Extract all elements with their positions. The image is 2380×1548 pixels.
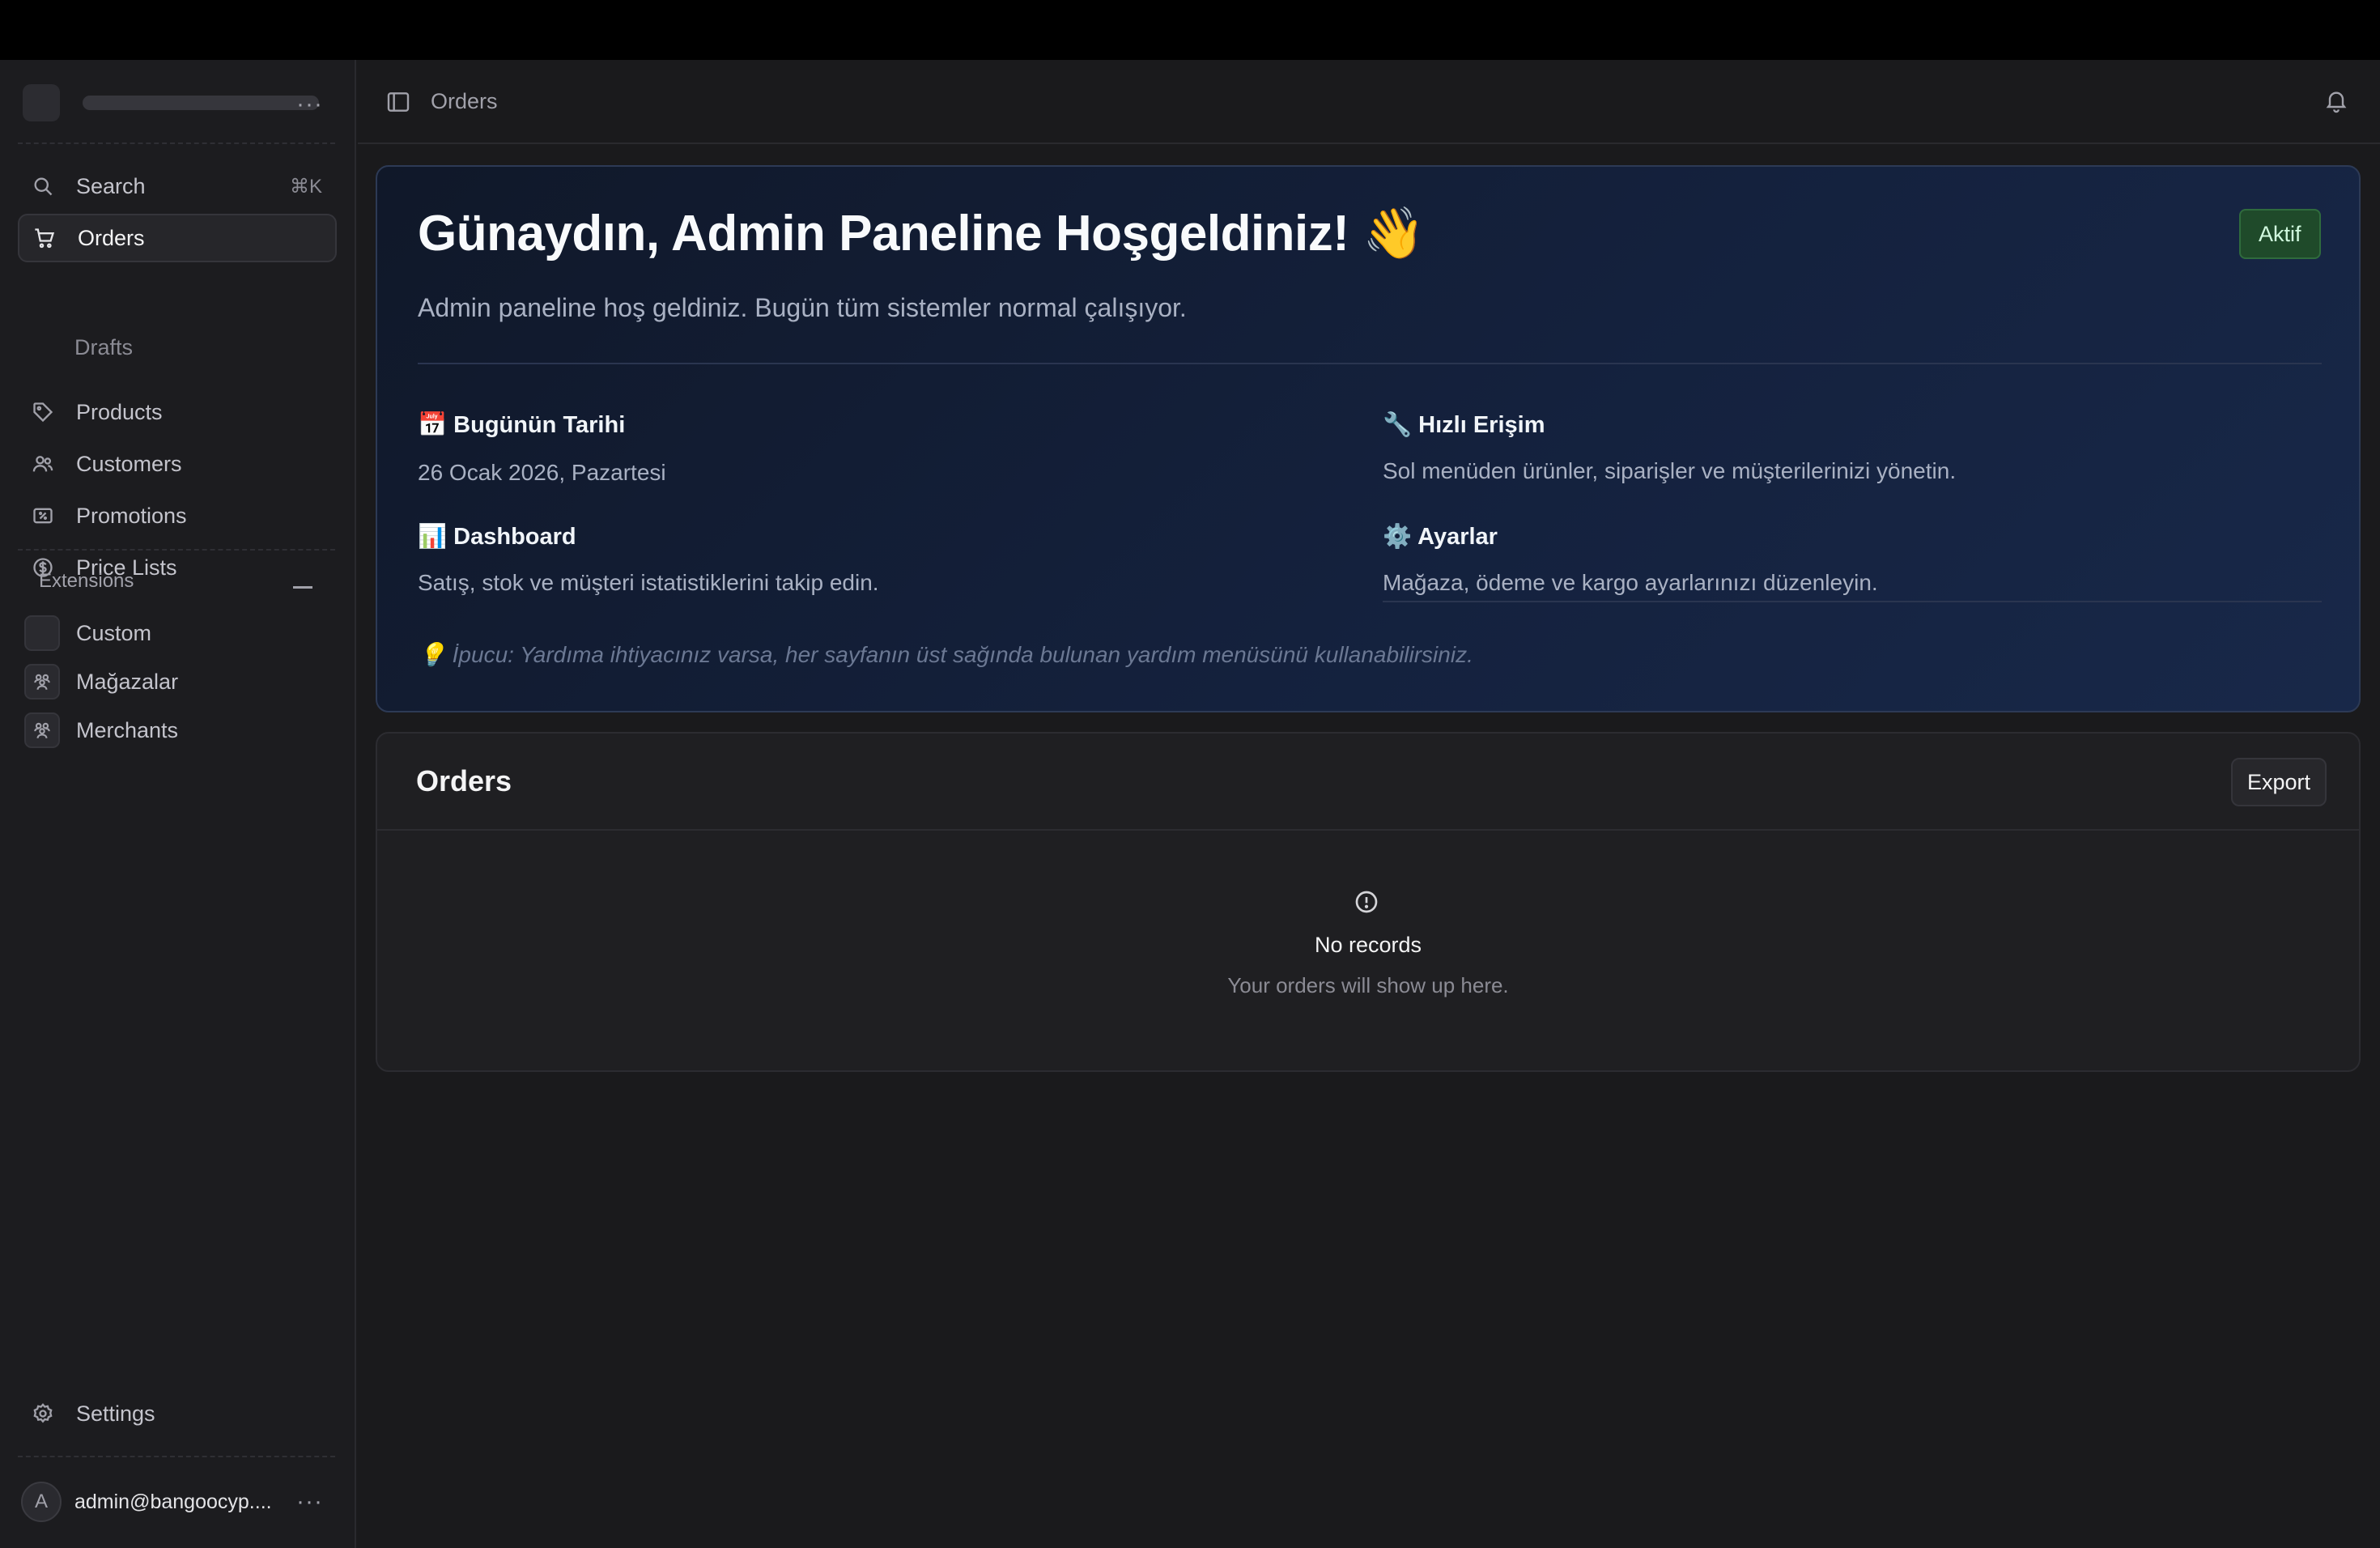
sidebar-item-label: Orders — [78, 225, 145, 250]
sidebar-item-orders[interactable]: Orders — [18, 214, 337, 262]
window-top-bar — [0, 0, 2380, 60]
sidebar-item-label: Custom — [76, 620, 152, 645]
user-email: admin@bangoocyp.... — [74, 1490, 272, 1513]
info-title-settings: ⚙️ Ayarlar — [1383, 524, 1498, 550]
users-icon — [31, 452, 55, 476]
collapse-minus-icon[interactable] — [293, 586, 312, 589]
main-header: Orders — [358, 60, 2380, 144]
orders-card: Orders Export No records Your orders wil… — [376, 732, 2361, 1072]
sidebar-item-label: Merchants — [76, 717, 179, 742]
tag-icon — [31, 400, 55, 424]
sidebar-item-label: Promotions — [76, 503, 187, 528]
welcome-subtitle: Admin paneline hoş geldiniz. Bugün tüm s… — [418, 293, 1187, 322]
search-shortcut: ⌘K — [289, 175, 322, 198]
info-title-quick-access: 🔧 Hızlı Erişim — [1383, 412, 1545, 438]
sidebar-divider — [18, 1456, 335, 1457]
sidebar-subitem-drafts[interactable]: Drafts — [74, 335, 133, 360]
extensions-header: Extensions — [39, 570, 134, 592]
search-icon — [31, 174, 55, 198]
orders-card-header: Orders Export — [377, 734, 2359, 831]
sidebar-item-custom[interactable]: Custom — [24, 615, 332, 652]
main-content: Orders Günaydın, Admin Paneline Hoşgeldi… — [358, 60, 2380, 1548]
sidebar-item-merchants[interactable]: Merchants — [24, 712, 332, 749]
sidebar-item-magazalar[interactable]: Mağazalar — [24, 663, 332, 700]
sidebar: ··· Search ⌘K Orders Drafts Products Cus… — [0, 60, 356, 1548]
blank-square-icon — [24, 615, 60, 651]
sidebar-item-label: Settings — [76, 1401, 155, 1426]
sidebar-divider — [18, 142, 335, 144]
user-menu-dots-icon[interactable]: ··· — [296, 1490, 323, 1514]
store-menu-dots-icon[interactable]: ··· — [296, 92, 323, 117]
empty-state-title: No records — [1314, 933, 1422, 957]
info-title-dashboard: 📊 Dashboard — [418, 524, 576, 550]
sidebar-item-label: Products — [76, 399, 163, 424]
receipt-percent-icon — [31, 504, 55, 528]
cog-icon — [31, 1401, 55, 1426]
welcome-card: Günaydın, Admin Paneline Hoşgeldiniz! 👋 … — [376, 165, 2361, 712]
empty-state-subtitle: Your orders will show up here. — [1227, 973, 1509, 997]
store-name-placeholder — [83, 96, 319, 110]
sidebar-item-customers[interactable]: Customers — [18, 440, 337, 488]
users-group-icon — [24, 712, 60, 748]
users-group-icon — [24, 664, 60, 700]
info-text-date: 26 Ocak 2026, Pazartesi — [418, 460, 666, 485]
export-button[interactable]: Export — [2231, 758, 2327, 806]
welcome-divider — [418, 363, 2322, 364]
store-switcher[interactable] — [23, 84, 334, 121]
search-label: Search — [76, 173, 146, 198]
info-text-quick-access: Sol menüden ürünler, siparişler ve müşte… — [1383, 458, 1957, 483]
notification-bell-icon[interactable] — [2323, 87, 2351, 115]
sidebar-item-label: Mağazalar — [76, 669, 179, 694]
orders-title: Orders — [416, 764, 512, 797]
store-avatar — [23, 84, 60, 121]
tip-text: 💡 İpucu: Yardıma ihtiyacınız varsa, her … — [418, 642, 1473, 667]
sidebar-item-label: Customers — [76, 451, 182, 476]
sidebar-item-promotions[interactable]: Promotions — [18, 491, 337, 540]
status-badge: Aktif — [2239, 209, 2321, 259]
breadcrumb[interactable]: Orders — [431, 89, 498, 114]
sidebar-toggle-icon[interactable] — [385, 89, 411, 115]
info-title-date: 📅 Bugünün Tarihi — [418, 412, 626, 438]
exclamation-circle-icon — [1354, 889, 1379, 915]
welcome-title: Günaydın, Admin Paneline Hoşgeldiniz! 👋 — [418, 206, 1425, 262]
search-button[interactable]: Search ⌘K — [18, 162, 337, 211]
user-menu[interactable]: A admin@bangoocyp.... — [21, 1482, 337, 1522]
sidebar-divider — [18, 549, 335, 551]
info-text-dashboard: Satış, stok ve müşteri istatistiklerini … — [418, 570, 879, 595]
avatar: A — [21, 1482, 62, 1522]
welcome-divider — [1383, 601, 2322, 602]
info-text-settings: Mağaza, ödeme ve kargo ayarlarınızı düze… — [1383, 570, 1878, 595]
sidebar-item-products[interactable]: Products — [18, 388, 337, 436]
shopping-cart-icon — [32, 226, 57, 250]
sidebar-item-settings[interactable]: Settings — [18, 1389, 337, 1438]
